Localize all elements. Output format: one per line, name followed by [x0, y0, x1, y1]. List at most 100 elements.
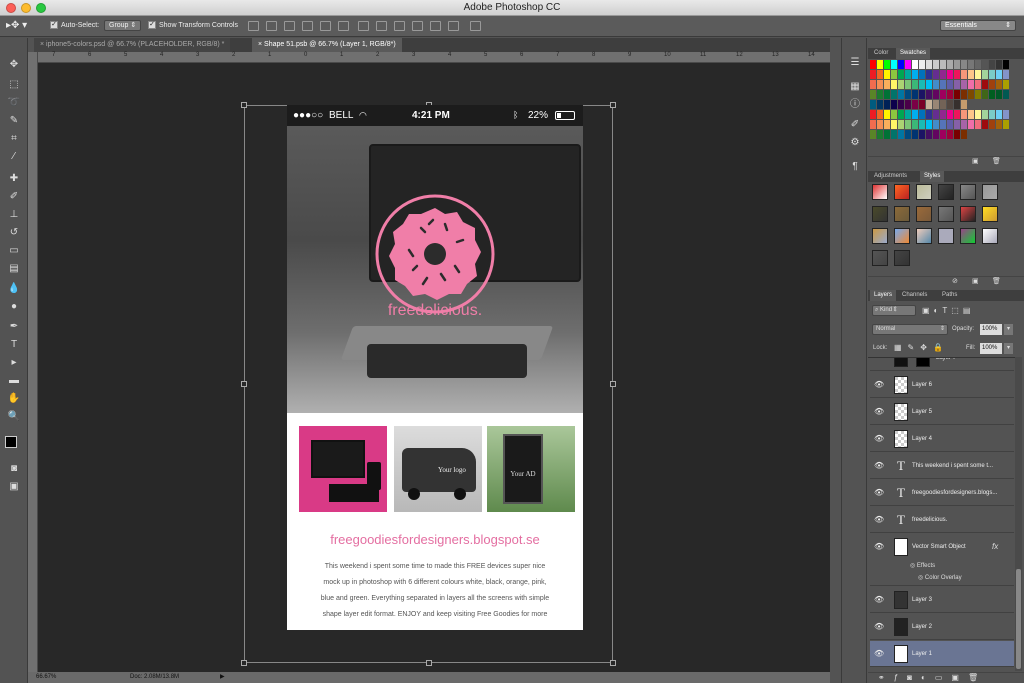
style-preset[interactable]	[872, 184, 888, 200]
color-swatch[interactable]	[891, 110, 897, 119]
style-preset[interactable]	[938, 206, 954, 222]
color-swatch[interactable]	[884, 130, 890, 139]
trash-icon[interactable]: 🗑	[992, 157, 1001, 165]
style-preset[interactable]	[982, 228, 998, 244]
color-swatch[interactable]	[905, 60, 911, 69]
auto-align-icon[interactable]	[470, 21, 481, 31]
style-preset[interactable]	[894, 250, 910, 266]
color-swatch[interactable]	[926, 110, 932, 119]
color-swatch[interactable]	[870, 80, 876, 89]
new-style-icon[interactable]: ▣	[972, 277, 979, 285]
layer-filter-icons[interactable]: ▣◐T⬚▤	[922, 305, 1016, 316]
color-swatch[interactable]	[940, 130, 946, 139]
eye-icon[interactable]: ◎	[918, 575, 923, 581]
minimize-window-button[interactable]	[21, 3, 31, 13]
color-swatch[interactable]	[891, 100, 897, 109]
color-swatch[interactable]	[933, 100, 939, 109]
color-swatch[interactable]	[968, 110, 974, 119]
color-swatch[interactable]	[919, 70, 925, 79]
auto-select-checkbox[interactable]: ✓ Auto-Select:	[50, 20, 99, 32]
color-swatch[interactable]	[884, 60, 890, 69]
layer-row[interactable]: Layer 7	[870, 358, 1014, 371]
blur-tool-icon[interactable]: 💧	[6, 282, 22, 296]
layer-row[interactable]: 👁 Layer 4	[870, 426, 1014, 452]
swatches-grid[interactable]	[870, 60, 1010, 139]
eraser-tool-icon[interactable]: ▭	[6, 244, 22, 258]
style-preset[interactable]	[960, 228, 976, 244]
color-swatch[interactable]	[933, 110, 939, 119]
layer-row-smart-object[interactable]: 👁 Vector Smart Object fx ◎ Effects ◎ Col…	[870, 534, 1014, 586]
color-swatch[interactable]	[954, 60, 960, 69]
scrollbar-thumb[interactable]	[1016, 569, 1021, 669]
color-swatch[interactable]	[926, 100, 932, 109]
distribute-hcenter-icon[interactable]	[430, 21, 441, 31]
color-swatch[interactable]	[891, 70, 897, 79]
align-bottom-icon[interactable]	[284, 21, 295, 31]
layer-row[interactable]: 👁 Layer 2	[870, 614, 1014, 640]
color-swatch[interactable]	[961, 60, 967, 69]
color-swatch[interactable]	[968, 60, 974, 69]
eye-icon[interactable]: 👁	[874, 461, 884, 471]
close-window-button[interactable]	[6, 3, 16, 13]
opacity-dropdown-icon[interactable]: ▾	[1004, 324, 1013, 335]
style-preset[interactable]	[916, 184, 932, 200]
group-icon[interactable]: ▭	[935, 673, 952, 682]
layer-filter-dropdown[interactable]: ⌕ Kind ⇕	[872, 305, 916, 316]
align-left-icon[interactable]	[302, 21, 313, 31]
trash-icon[interactable]: 🗑	[992, 277, 1001, 285]
transform-handle[interactable]	[610, 381, 616, 387]
color-swatch[interactable]	[898, 100, 904, 109]
eye-icon[interactable]: 👁	[874, 595, 884, 605]
color-swatch[interactable]	[961, 110, 967, 119]
trash-icon[interactable]: 🗑	[968, 673, 987, 682]
color-swatch[interactable]	[954, 130, 960, 139]
opacity-input[interactable]: 100%	[980, 324, 1002, 335]
color-swatch[interactable]	[982, 70, 988, 79]
style-preset[interactable]	[938, 228, 954, 244]
color-swatch[interactable]	[933, 90, 939, 99]
color-swatch[interactable]	[912, 90, 918, 99]
color-swatch[interactable]	[996, 120, 1002, 129]
color-swatch[interactable]	[898, 130, 904, 139]
styles-grid[interactable]	[872, 184, 1012, 274]
color-swatch[interactable]	[940, 60, 946, 69]
color-swatch[interactable]	[940, 90, 946, 99]
color-swatch[interactable]	[877, 120, 883, 129]
fill-dropdown-icon[interactable]: ▾	[1004, 343, 1013, 354]
color-swatch[interactable]	[905, 100, 911, 109]
color-swatch[interactable]	[905, 110, 911, 119]
color-swatch[interactable]	[891, 120, 897, 129]
fill-input[interactable]: 100%	[980, 343, 1002, 354]
style-preset[interactable]	[916, 206, 932, 222]
style-preset[interactable]	[982, 184, 998, 200]
color-swatch[interactable]	[933, 60, 939, 69]
color-swatch[interactable]	[996, 110, 1002, 119]
color-swatch[interactable]	[870, 100, 876, 109]
color-swatch[interactable]	[996, 70, 1002, 79]
tab-paths[interactable]: Paths	[938, 290, 961, 301]
color-swatch[interactable]	[968, 80, 974, 89]
transform-handle[interactable]	[241, 102, 247, 108]
color-swatch[interactable]	[954, 90, 960, 99]
color-swatch[interactable]	[975, 70, 981, 79]
layer-row[interactable]: 👁 Layer 6	[870, 372, 1014, 398]
color-swatch[interactable]	[975, 120, 981, 129]
color-swatch[interactable]	[905, 90, 911, 99]
color-swatch[interactable]	[996, 80, 1002, 89]
color-swatch[interactable]	[961, 100, 967, 109]
color-swatch[interactable]	[884, 70, 890, 79]
color-swatch[interactable]	[982, 80, 988, 89]
color-swatch[interactable]	[905, 70, 911, 79]
color-swatch[interactable]	[982, 90, 988, 99]
color-swatch[interactable]	[884, 90, 890, 99]
tab-layers[interactable]: Layers	[870, 290, 897, 301]
color-swatch[interactable]	[891, 90, 897, 99]
clone-stamp-tool-icon[interactable]: ⊥	[6, 208, 22, 222]
character-panel-icon[interactable]: ¶	[847, 160, 863, 174]
hand-tool-icon[interactable]: ✋	[6, 392, 22, 406]
distribute-bottom-icon[interactable]	[394, 21, 405, 31]
color-swatch[interactable]	[905, 130, 911, 139]
color-swatch[interactable]	[1003, 80, 1009, 89]
color-swatch[interactable]	[982, 110, 988, 119]
color-swatch[interactable]	[877, 100, 883, 109]
